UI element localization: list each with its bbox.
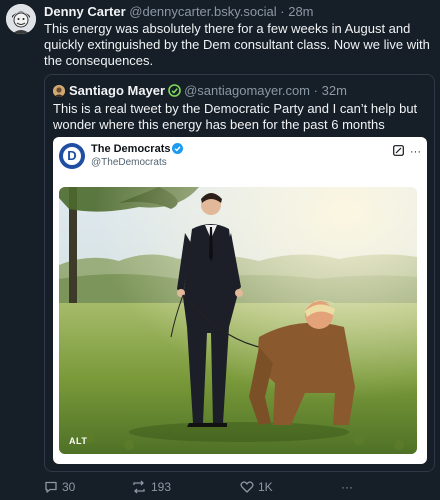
separator-dot: ·	[280, 4, 285, 19]
reply-icon	[45, 481, 57, 493]
alt-text-badge[interactable]: ALT	[69, 436, 87, 446]
more-options-icon: ···	[341, 480, 353, 494]
embedded-tweet-header: D The Democrats @TheDemocrats ···	[53, 137, 427, 183]
like-count: 1K	[258, 480, 273, 494]
post-timestamp[interactable]: 28m	[288, 4, 313, 19]
verified-check-icon	[168, 84, 181, 97]
post-actions: 30 193 1K ···	[44, 478, 434, 498]
quoted-author-handle[interactable]: @santiagomayer.com	[184, 83, 310, 98]
embedded-author-name: The Democrats	[91, 143, 184, 156]
author-avatar[interactable]	[6, 4, 36, 34]
quoted-post-text: This is a real tweet by the Democratic P…	[53, 101, 418, 132]
embedded-author-name-text: The Democrats	[91, 143, 171, 155]
grok-icon	[393, 144, 404, 159]
like-button[interactable]: 1K	[240, 480, 273, 494]
post-header: Denny Carter @dennycarter.bsky.social · …	[44, 4, 434, 20]
repost-icon	[133, 480, 145, 494]
reply-count: 30	[62, 480, 76, 494]
separator-dot: ·	[313, 83, 318, 98]
embedded-author-handle: @TheDemocrats	[91, 157, 167, 168]
post-photo[interactable]: ALT	[59, 187, 417, 454]
heart-icon	[240, 481, 254, 493]
more-icon: ···	[410, 145, 421, 158]
embedded-tweet-image[interactable]: D The Democrats @TheDemocrats ··· ALT	[53, 137, 427, 464]
author-handle[interactable]: @dennycarter.bsky.social	[129, 4, 276, 19]
quoted-post[interactable]: Santiago Mayer @santiagomayer.com · 32m T…	[44, 74, 435, 472]
verified-badge-icon	[172, 143, 184, 154]
quoted-author-name[interactable]: Santiago Mayer	[69, 83, 165, 98]
repost-count: 193	[151, 480, 172, 494]
quoted-post-header: Santiago Mayer @santiagomayer.com · 32m	[53, 83, 347, 99]
embedded-tweet-icons: ···	[387, 143, 421, 159]
author-name[interactable]: Denny Carter	[44, 4, 126, 19]
quoted-author-avatar[interactable]	[53, 85, 65, 97]
repost-button[interactable]: 193	[131, 480, 171, 494]
quoted-post-timestamp[interactable]: 32m	[322, 83, 347, 98]
democrats-logo-letter: D	[63, 147, 81, 165]
democrats-logo: D	[59, 143, 85, 169]
post-text: This energy was absolutely there for a f…	[44, 21, 430, 68]
more-options-button[interactable]: ···	[341, 480, 353, 494]
reply-button[interactable]: 30	[44, 480, 75, 494]
post-item[interactable]: Denny Carter @dennycarter.bsky.social · …	[0, 0, 440, 500]
